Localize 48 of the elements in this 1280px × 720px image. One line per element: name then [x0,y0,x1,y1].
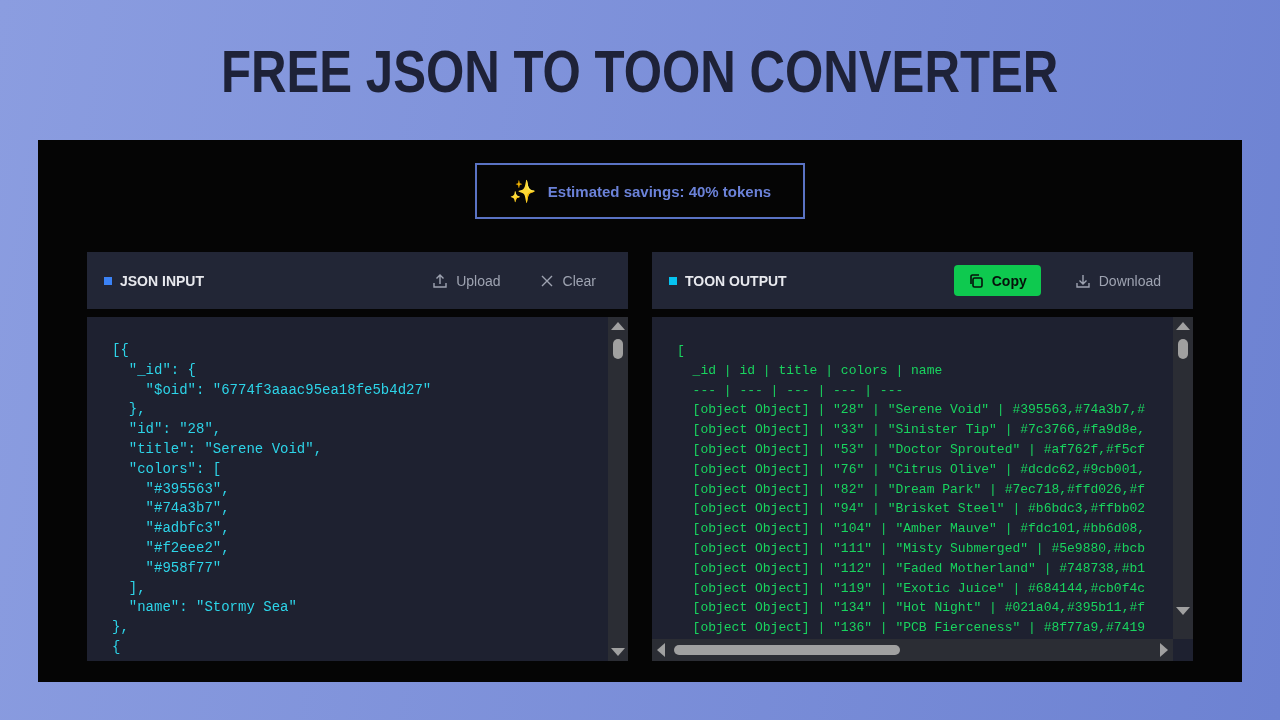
code-line: "#958f77" [144,558,222,578]
code-line: [object Object] | "136" | "PCB Fierceness" | #8f77a9,#7419 [691,619,1146,638]
vertical-scrollbar[interactable] [608,317,628,661]
code-line: "$oid": "6774f3aaac95ea18fe5b4d27" [144,380,432,400]
code-line: [object Object] | "82" | "Dream Park" | #7ec718,#ffd026,#f [691,480,1146,499]
code-line: [object Object] | "94" | "Brisket Steel" | #b6bdc3,#ffbb02 [691,500,1146,519]
copy-icon [967,272,984,289]
code-line: "#74a3b7", [144,499,230,519]
code-line: }, [112,618,129,638]
code-line: "colors": [ [127,459,222,479]
code-editor[interactable] [652,317,1193,661]
code-line: "#f2eee2", [144,538,230,558]
code-line: --- | --- | --- | --- | --- [691,381,904,400]
code-line: "title": "Serene Void", [127,440,323,459]
download-button[interactable]: Download [1070,264,1165,297]
code-line: "id": "28", [127,420,222,440]
copy-button[interactable]: Copy [953,265,1041,296]
code-line: _id | id | title | colors | name [691,361,943,380]
code-line: [object Object] | "119" | "Exotic Juice" | #684144,#cb0f4c [691,579,1146,598]
code-line: [object Object] | "76" | "Citrus Olive" | #dcdc62,#9cb001, [691,460,1146,479]
code-line: [object Object] | "33" | "Sinister Tip" | #7c3766,#fa9d8e, [691,421,1146,440]
code-line: [object Object] | "53" | "Doctor Sprouted" | #af762f,#f5cf [691,441,1146,459]
code-editor[interactable]: [{ "_id": { "$oid": "6774f3aaac95ea18fe5b4d27" }, "id": "28", "title": "Serene Void", "colors": [ "#395563", "#74a3b7", "#adbfc3", "#f2eee2", "#958f77" ], "name": "Stormy Sea" }, { [87,317,628,661]
code-line: [object Object] | "112" | "Faded Motherland" | #748738,#b1 [691,559,1146,578]
code-line: "name": "Stormy Sea" [127,598,297,618]
clear-button[interactable]: Clear [534,264,600,297]
code-line: "#395563", [144,479,230,499]
page-title: FREE JSON TO TOON CONVERTER [221,37,1059,107]
panel-title: TOON OUTPUT [685,272,787,289]
upload-icon [432,272,449,289]
code-line: }, [127,400,146,420]
code-line: "_id": { [127,360,196,380]
download-icon [1074,272,1091,289]
code-line: ], [127,578,146,598]
upload-button[interactable]: Upload [428,264,505,297]
horizontal-scrollbar[interactable] [652,639,1173,661]
panel-title: JSON INPUT [120,272,204,289]
code-line: [{ [112,341,129,360]
code-line: { [112,637,121,657]
code-line: "#adbfc3", [144,519,230,539]
code-line: [object Object] | "111" | "Misty Submerged" | #5e9880,#bcb [691,539,1146,558]
code-line: [object Object] | "104" | "Amber Mauve" | #fdc101,#bb6d08, [691,520,1146,539]
sparkles-icon: ✨ [508,178,536,204]
code-line: [ [677,342,685,360]
vertical-scrollbar[interactable] [1173,317,1193,639]
code-line: [object Object] | "134" | "Hot Night" | #021a04,#395b11,#f [691,599,1146,618]
code-line: [object Object] | "28" | "Serene Void" | #395563,#74a3b7,# [691,401,1146,420]
savings-text: Estimated savings: 40% tokens [547,182,772,200]
